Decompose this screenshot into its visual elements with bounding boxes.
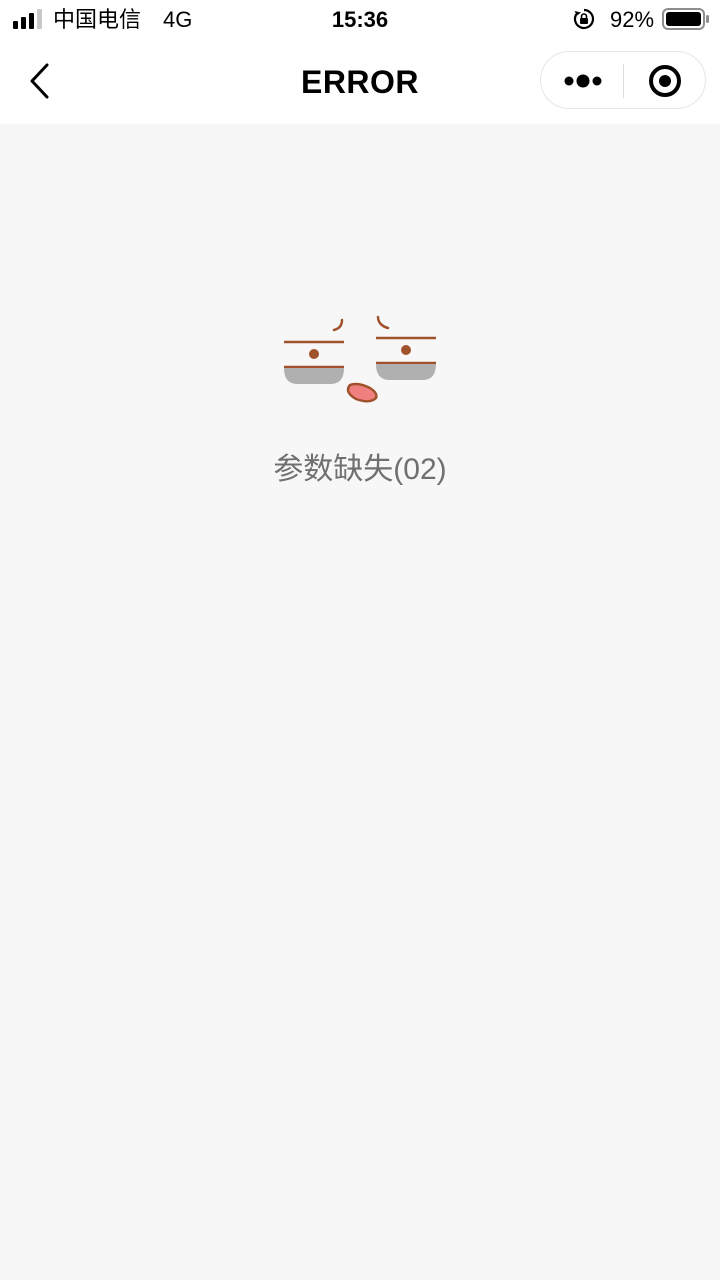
battery-percentage: 92% <box>610 7 655 32</box>
navigation-bar: ERROR <box>0 40 720 124</box>
capsule-divider <box>623 64 624 98</box>
more-options-button[interactable] <box>541 52 623 108</box>
rotation-lock-icon <box>573 8 595 30</box>
target-circle-icon <box>649 65 681 97</box>
screen: 中国电信 4G 15:36 92% ERROR 参数缺失(02) <box>0 0 720 1280</box>
error-message: 参数缺失(02) <box>273 453 447 486</box>
status-bar: 中国电信 4G 15:36 92% <box>0 0 720 40</box>
close-mini-program-button[interactable] <box>625 52 705 108</box>
error-content: 参数缺失(02) <box>0 124 720 1280</box>
more-dots-icon <box>564 74 602 88</box>
battery-icon <box>662 8 709 30</box>
mini-program-capsule <box>540 51 706 109</box>
sad-face-illustration <box>284 315 436 403</box>
